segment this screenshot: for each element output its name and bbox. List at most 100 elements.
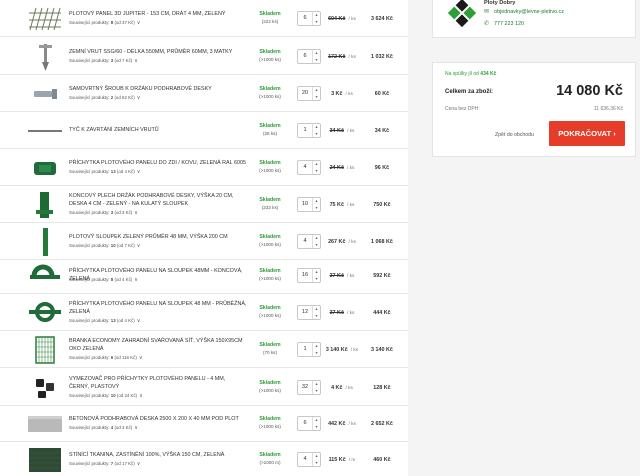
back-to-shop-link[interactable]: Zpět do obchodu: [495, 132, 534, 138]
related-products-toggle[interactable]: Související produkty: 6 (od 116 Kč) ∨: [69, 355, 142, 361]
product-image[interactable]: [26, 153, 64, 183]
line-total: 3 624 Kč: [371, 16, 393, 22]
decrease-arrow-icon[interactable]: ▼: [313, 94, 320, 101]
product-image[interactable]: [26, 190, 64, 220]
decrease-arrow-icon[interactable]: ▼: [313, 460, 320, 467]
total-value: 14 080 Kč: [556, 83, 623, 99]
related-products-toggle[interactable]: Související produkty: 13 (od 4 Kč) ∨: [69, 169, 140, 175]
cart-row: Samovrtný šroub k držáku podhrabové desk…: [0, 75, 408, 112]
product-name-link[interactable]: Plotový sloupek zelený průměr 48 mm, výš…: [69, 233, 247, 241]
related-products-toggle[interactable]: Související produkty: 7 (od 17 Kč) ∨: [69, 461, 140, 467]
unit-price: 37 Kč / ks: [329, 273, 355, 279]
quantity-value[interactable]: 32: [298, 381, 312, 394]
product-image[interactable]: [26, 409, 64, 439]
product-name-link[interactable]: Branka economy zahradní svařovaná síť, v…: [69, 337, 247, 353]
cart-row: Příchytka plotového panelu na sloupek 48…: [0, 257, 408, 294]
related-products-toggle[interactable]: Související produkty: 8 (od 4 Kč) ∨: [69, 277, 138, 283]
cart-row: Příchytka plotového panelu do zdi / kovu…: [0, 149, 408, 186]
related-products-toggle[interactable]: Související produkty: 4 (od 3 Kč) ∨: [69, 425, 138, 431]
product-name-link[interactable]: Zemní vrut SSG/60 - délka 550mm, průměr …: [69, 48, 247, 56]
quantity-value[interactable]: 4: [298, 235, 312, 248]
quantity-value[interactable]: 6: [298, 12, 312, 25]
quantity-value[interactable]: 4: [298, 453, 312, 466]
decrease-arrow-icon[interactable]: ▼: [313, 168, 320, 175]
product-image[interactable]: [26, 227, 64, 257]
unit-price: 604 Kč / ks: [328, 16, 356, 22]
product-image[interactable]: [26, 116, 64, 146]
product-name-link[interactable]: Tyč k zavrtání zemních vrutů: [69, 126, 247, 134]
related-products-toggle[interactable]: Související produkty: 2 (od 62 Kč) ∨: [69, 95, 140, 101]
stock-status: Skladem (>1000 ks): [259, 234, 281, 247]
seller-logo: [447, 0, 477, 28]
line-total: 1 068 Kč: [371, 239, 393, 245]
product-name-link[interactable]: Vymezovač pro příchytky plotového panelu…: [69, 375, 247, 391]
quantity-value[interactable]: 1: [298, 343, 312, 356]
unit-price: 75 Kč / ks: [329, 202, 355, 208]
product-image[interactable]: [26, 335, 64, 365]
continue-button[interactable]: POKRAČOVAT ›: [549, 121, 625, 146]
quantity-stepper[interactable]: 6 ▲ ▼: [297, 416, 321, 431]
stock-status: Skladem (>1000 ks): [259, 380, 281, 393]
related-products-toggle[interactable]: Související produkty: 10 (od 7 Kč) ∨: [69, 243, 140, 249]
line-total: 3 140 Kč: [371, 347, 393, 353]
product-name-link[interactable]: Samovrtný šroub k držáku podhrabové desk…: [69, 85, 247, 93]
decrease-arrow-icon[interactable]: ▼: [313, 242, 320, 249]
related-products-toggle[interactable]: Související produkty: 3 (od 3 Kč) ∨: [69, 210, 138, 216]
product-name-link[interactable]: Příchytka plotového panelu na sloupek 48…: [69, 300, 247, 316]
line-total: 460 Kč: [373, 457, 391, 463]
quantity-value[interactable]: 10: [298, 198, 312, 211]
quantity-value[interactable]: 6: [298, 417, 312, 430]
product-image[interactable]: [26, 373, 64, 403]
quantity-value[interactable]: 16: [298, 269, 312, 282]
quantity-stepper[interactable]: 1 ▲ ▼: [297, 123, 321, 138]
related-products-toggle[interactable]: Související produkty: 3 (od 7 Kč) ∨: [69, 58, 138, 64]
quantity-stepper[interactable]: 4 ▲ ▼: [297, 452, 321, 467]
quantity-stepper[interactable]: 4 ▲ ▼: [297, 160, 321, 175]
decrease-arrow-icon[interactable]: ▼: [313, 19, 320, 26]
quantity-stepper[interactable]: 20 ▲ ▼: [297, 86, 321, 101]
product-name-link[interactable]: Příchytka plotového panelu do zdi / kovu…: [69, 159, 247, 167]
quantity-stepper[interactable]: 6 ▲ ▼: [297, 11, 321, 26]
decrease-arrow-icon[interactable]: ▼: [313, 388, 320, 395]
decrease-arrow-icon[interactable]: ▼: [313, 424, 320, 431]
quantity-stepper[interactable]: 4 ▲ ▼: [297, 234, 321, 249]
decrease-arrow-icon[interactable]: ▼: [313, 205, 320, 212]
unit-price: 3 Kč / ks: [331, 91, 353, 97]
product-image[interactable]: [26, 42, 64, 72]
quantity-stepper[interactable]: 1 ▲ ▼: [297, 342, 321, 357]
seller-email-link[interactable]: ✉ objednavky@levne-pletivo.cz: [484, 9, 564, 15]
chevron-down-icon: ∨: [136, 318, 141, 324]
unit-price: 24 Kč / ks: [329, 165, 355, 171]
product-image[interactable]: [26, 445, 64, 475]
related-products-toggle[interactable]: Související produkty: 8 (od 37 Kč) ∨: [69, 20, 140, 26]
quantity-stepper[interactable]: 32 ▲ ▼: [297, 380, 321, 395]
quantity-stepper[interactable]: 12 ▲ ▼: [297, 305, 321, 320]
quantity-value[interactable]: 12: [298, 306, 312, 319]
product-image[interactable]: [26, 4, 64, 34]
quantity-value[interactable]: 6: [298, 50, 312, 63]
product-image[interactable]: [26, 79, 64, 109]
product-name-link[interactable]: Betonová podhrabová deska 2500 x 200 x 4…: [69, 415, 247, 423]
unit-price: 115 Kč / m: [328, 457, 356, 463]
decrease-arrow-icon[interactable]: ▼: [313, 57, 320, 64]
product-image[interactable]: [26, 261, 64, 291]
product-name-link[interactable]: Koncový plech držák podhrabové desky, vý…: [69, 192, 247, 208]
decrease-arrow-icon[interactable]: ▼: [313, 131, 320, 138]
unit-price: 3 140 Kč / ks: [325, 347, 359, 353]
quantity-value[interactable]: 4: [298, 161, 312, 174]
seller-phone-link[interactable]: ✆ 777 223 120: [484, 21, 524, 27]
shipping-note: Na spülky jíl od 434 Kč: [445, 71, 497, 77]
quantity-stepper[interactable]: 16 ▲ ▼: [297, 268, 321, 283]
product-name-link[interactable]: Plotový panel 3D JUPITER - 153 cm, drát …: [69, 10, 247, 18]
product-image[interactable]: [26, 298, 64, 328]
quantity-stepper[interactable]: 10 ▲ ▼: [297, 197, 321, 212]
quantity-stepper[interactable]: 6 ▲ ▼: [297, 49, 321, 64]
decrease-arrow-icon[interactable]: ▼: [313, 276, 320, 283]
decrease-arrow-icon[interactable]: ▼: [313, 313, 320, 320]
quantity-value[interactable]: 20: [298, 87, 312, 100]
decrease-arrow-icon[interactable]: ▼: [313, 350, 320, 357]
related-products-toggle[interactable]: Související produkty: 13 (od 4 Kč) ∨: [69, 318, 140, 324]
product-name-link[interactable]: Stínící tkanina, zastínění 100%, výška 1…: [69, 451, 247, 459]
related-products-toggle[interactable]: Související produkty: 10 (od 24 Kč) ∨: [69, 393, 143, 399]
quantity-value[interactable]: 1: [298, 124, 312, 137]
